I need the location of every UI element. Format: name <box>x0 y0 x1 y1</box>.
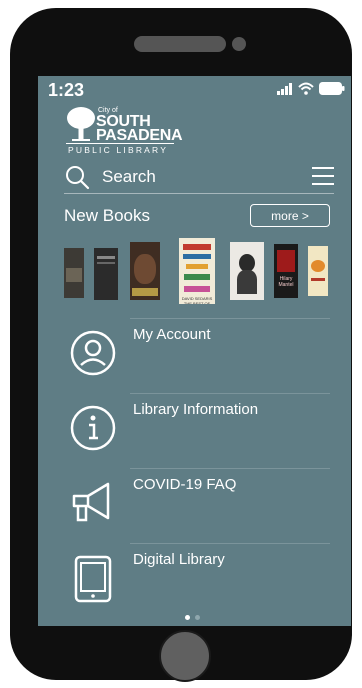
more-books-button[interactable]: more > <box>250 204 330 227</box>
phone-frame: 1:23 City of SOUTH PASADENA PUBLIC LIBRA… <box>10 8 352 682</box>
book-cover-2[interactable] <box>94 248 118 300</box>
search-icon[interactable] <box>64 164 90 190</box>
book-cover-7[interactable] <box>308 246 328 296</box>
search-input[interactable] <box>102 166 292 187</box>
logo-divider <box>66 143 174 144</box>
wifi-icon <box>298 82 314 95</box>
menu-item-library-information[interactable]: Library Information <box>38 393 351 467</box>
menu-item-my-account[interactable]: My Account <box>38 318 351 392</box>
menu-label-my-account: My Account <box>133 326 211 343</box>
page-dot-active[interactable] <box>185 615 190 620</box>
tree-logo-icon <box>67 107 95 141</box>
hamburger-menu-icon[interactable] <box>312 166 334 186</box>
book-cover-1[interactable] <box>64 248 84 298</box>
new-books-header: New Books more > <box>64 204 330 230</box>
book-cover-4[interactable]: DAVID SEDARIS THE BEST OF ME <box>179 238 215 304</box>
book-cover-3[interactable] <box>130 242 160 300</box>
library-logo: City of SOUTH PASADENA PUBLIC LIBRARY <box>66 106 206 156</box>
logo-subtitle: PUBLIC LIBRARY <box>68 145 169 155</box>
menu-divider <box>130 468 330 469</box>
home-button[interactable] <box>159 630 211 682</box>
book-cover-4-title: DAVID SEDARIS THE BEST OF ME <box>181 296 213 304</box>
book-cover-6[interactable]: Hilary Mantel <box>274 244 298 298</box>
menu-divider <box>130 393 330 394</box>
new-books-carousel[interactable]: DAVID SEDARIS THE BEST OF ME Hilary Mant… <box>38 238 351 306</box>
speaker-grille <box>134 36 226 52</box>
status-icons <box>277 82 345 95</box>
page-indicator <box>185 615 200 620</box>
tablet-icon <box>74 555 112 603</box>
menu-label-library-information: Library Information <box>133 401 259 418</box>
info-icon <box>70 405 116 451</box>
menu-divider <box>130 318 330 319</box>
status-bar: 1:23 <box>38 76 351 102</box>
app-screen: 1:23 City of SOUTH PASADENA PUBLIC LIBRA… <box>38 76 351 626</box>
menu-item-digital-library[interactable]: Digital Library <box>38 543 351 617</box>
user-icon <box>70 330 116 376</box>
menu-label-covid-faq: COVID-19 FAQ <box>133 476 237 493</box>
new-books-title: New Books <box>64 206 150 225</box>
megaphone-icon <box>72 482 110 522</box>
search-bar <box>64 160 334 194</box>
status-time: 1:23 <box>48 80 85 100</box>
front-camera <box>232 37 246 51</box>
menu-divider <box>130 543 330 544</box>
battery-icon <box>319 82 345 95</box>
menu-label-digital-library: Digital Library <box>133 551 225 568</box>
page-dot[interactable] <box>195 615 200 620</box>
book-cover-6-title: Hilary Mantel <box>278 276 294 288</box>
book-cover-5[interactable] <box>230 242 264 300</box>
menu-item-covid-faq[interactable]: COVID-19 FAQ <box>38 468 351 542</box>
signal-icon <box>277 82 292 95</box>
